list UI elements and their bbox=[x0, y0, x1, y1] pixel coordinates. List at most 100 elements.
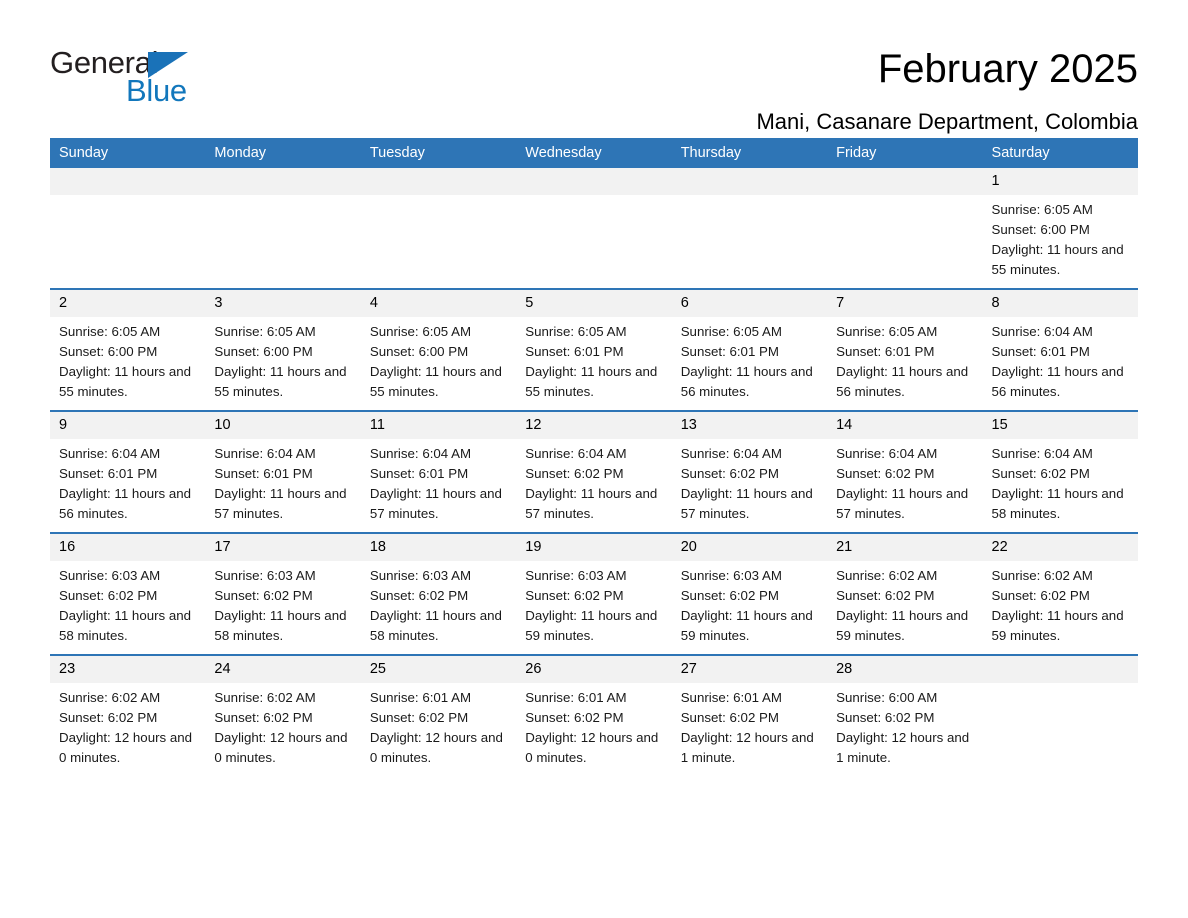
calendar-day-cell[interactable]: 14 Sunrise: 6:04 AM Sunset: 6:02 PM Dayligh… bbox=[827, 410, 983, 533]
daylight-text: Daylight: 11 hours and 59 minutes. bbox=[525, 608, 658, 643]
day-number: 10 bbox=[205, 412, 361, 439]
sunrise-text: Sunrise: 6:02 AM bbox=[836, 568, 938, 583]
sunset-text: Sunset: 6:02 PM bbox=[214, 588, 313, 603]
daylight-text: Daylight: 11 hours and 58 minutes. bbox=[214, 608, 347, 643]
sunrise-text: Sunrise: 6:04 AM bbox=[59, 446, 161, 461]
sunset-text: Sunset: 6:02 PM bbox=[836, 710, 935, 725]
calendar-day-cell-empty bbox=[671, 168, 828, 289]
calendar-day-cell[interactable]: 12 Sunrise: 6:04 AM Sunset: 6:02 PM Dayligh… bbox=[516, 410, 672, 533]
sunset-text: Sunset: 6:02 PM bbox=[991, 466, 1090, 481]
calendar-day-cell[interactable]: 24 Sunrise: 6:02 AM Sunset: 6:02 PM Dayligh… bbox=[205, 654, 361, 776]
calendar-day-cell[interactable]: 2 Sunrise: 6:05 AM Sunset: 6:00 PM Daylight… bbox=[50, 288, 206, 411]
calendar-day-cell[interactable]: 1 Sunrise: 6:05 AM Sunset: 6:00 PM Daylight… bbox=[982, 168, 1138, 289]
sunset-text: Sunset: 6:00 PM bbox=[991, 222, 1090, 237]
sunrise-text: Sunrise: 6:02 AM bbox=[214, 690, 316, 705]
calendar-day-cell[interactable]: 13 Sunrise: 6:04 AM Sunset: 6:02 PM Dayligh… bbox=[671, 410, 828, 533]
calendar-week-row: 16 Sunrise: 6:03 AM Sunset: 6:02 PM Dayligh… bbox=[50, 532, 1138, 655]
day-details: Sunrise: 6:04 AM Sunset: 6:01 PM Daylight:… bbox=[205, 439, 360, 524]
sunrise-text: Sunrise: 6:03 AM bbox=[369, 568, 472, 583]
daylight-text: Daylight: 11 hours and 57 minutes. bbox=[836, 486, 969, 521]
daylight-text: Daylight: 11 hours and 58 minutes. bbox=[59, 608, 192, 643]
day-number: 20 bbox=[671, 534, 828, 561]
daylight-text: Daylight: 11 hours and 59 minutes. bbox=[836, 608, 969, 643]
calendar-day-cell[interactable]: 19 Sunrise: 6:03 AM Sunset: 6:02 PM Dayligh… bbox=[516, 532, 672, 655]
day-details: Sunrise: 6:04 AM Sunset: 6:02 PM Daylight:… bbox=[516, 439, 671, 524]
sunset-text: Sunset: 6:01 PM bbox=[369, 466, 469, 481]
calendar-day-cell[interactable]: 6 Sunrise: 6:05 AM Sunset: 6:01 PM Daylight… bbox=[671, 288, 828, 411]
daylight-text: Daylight: 11 hours and 56 minutes. bbox=[680, 364, 813, 399]
calendar-day-cell[interactable]: 9 Sunrise: 6:04 AM Sunset: 6:01 PM Daylight… bbox=[50, 410, 206, 533]
calendar-day-cell[interactable]: 16 Sunrise: 6:03 AM Sunset: 6:02 PM Dayligh… bbox=[50, 532, 206, 655]
sunrise-text: Sunrise: 6:03 AM bbox=[525, 568, 627, 583]
daylight-text: Daylight: 11 hours and 57 minutes. bbox=[525, 486, 658, 521]
day-number: 27 bbox=[671, 656, 828, 683]
calendar-day-cell-empty bbox=[205, 168, 361, 289]
calendar-day-cell[interactable]: 3 Sunrise: 6:05 AM Sunset: 6:00 PM Daylight… bbox=[205, 288, 361, 411]
calendar-day-cell[interactable]: 15 Sunrise: 6:04 AM Sunset: 6:02 PM Dayligh… bbox=[982, 410, 1138, 533]
generalblue-logo[interactable]: General Blue bbox=[50, 46, 240, 112]
calendar-day-cell-empty bbox=[50, 168, 206, 289]
daylight-text: Daylight: 11 hours and 55 minutes. bbox=[214, 364, 347, 399]
day-number: 2 bbox=[50, 290, 206, 317]
sunset-text: Sunset: 6:01 PM bbox=[525, 344, 624, 359]
day-number: 9 bbox=[50, 412, 206, 439]
calendar-day-cell[interactable]: 5 Sunrise: 6:05 AM Sunset: 6:01 PM Daylight… bbox=[516, 288, 672, 411]
day-number: 16 bbox=[50, 534, 206, 561]
calendar-week-row: 23 Sunrise: 6:02 AM Sunset: 6:02 PM Dayligh… bbox=[50, 654, 1138, 776]
sunset-text: Sunset: 6:02 PM bbox=[525, 710, 624, 725]
calendar-week-row: 1 Sunrise: 6:05 AM Sunset: 6:00 PM Daylight… bbox=[50, 168, 1138, 289]
day-details: Sunrise: 6:00 AM Sunset: 6:02 PM Daylight:… bbox=[827, 683, 982, 768]
day-details: Sunrise: 6:05 AM Sunset: 6:00 PM Daylight:… bbox=[983, 195, 1138, 280]
daylight-text: Daylight: 11 hours and 59 minutes. bbox=[680, 608, 813, 643]
daylight-text: Daylight: 11 hours and 59 minutes. bbox=[991, 608, 1124, 643]
calendar-day-cell[interactable]: 7 Sunrise: 6:05 AM Sunset: 6:01 PM Daylight… bbox=[827, 288, 983, 411]
day-number: 17 bbox=[205, 534, 361, 561]
sunrise-text: Sunrise: 6:00 AM bbox=[836, 690, 938, 705]
calendar-header-row: Sunday Monday Tuesday Wednesday Thursday… bbox=[50, 138, 1138, 168]
calendar-day-cell[interactable]: 23 Sunrise: 6:02 AM Sunset: 6:02 PM Dayligh… bbox=[50, 654, 206, 776]
daylight-text: Daylight: 11 hours and 57 minutes. bbox=[214, 486, 347, 521]
calendar-day-cell-empty bbox=[982, 654, 1138, 776]
daylight-text: Daylight: 12 hours and 0 minutes. bbox=[525, 730, 659, 765]
weekday-header-wednesday: Wednesday bbox=[516, 138, 672, 168]
sunrise-text: Sunrise: 6:02 AM bbox=[59, 690, 161, 705]
day-details: Sunrise: 6:02 AM Sunset: 6:02 PM Daylight:… bbox=[205, 683, 360, 768]
calendar-day-cell[interactable]: 22 Sunrise: 6:02 AM Sunset: 6:02 PM Dayligh… bbox=[982, 532, 1138, 655]
calendar-day-cell[interactable]: 26 Sunrise: 6:01 AM Sunset: 6:02 PM Dayligh… bbox=[516, 654, 672, 776]
daylight-text: Daylight: 11 hours and 58 minutes. bbox=[369, 608, 502, 643]
daylight-text: Daylight: 12 hours and 0 minutes. bbox=[59, 730, 193, 765]
weekday-header-monday: Monday bbox=[205, 138, 361, 168]
calendar-day-cell[interactable]: 17 Sunrise: 6:03 AM Sunset: 6:02 PM Dayligh… bbox=[205, 532, 361, 655]
calendar-day-cell[interactable]: 28 Sunrise: 6:00 AM Sunset: 6:02 PM Dayligh… bbox=[827, 654, 983, 776]
sunrise-text: Sunrise: 6:04 AM bbox=[369, 446, 472, 461]
day-details: Sunrise: 6:02 AM Sunset: 6:02 PM Daylight:… bbox=[50, 683, 205, 768]
day-details: Sunrise: 6:04 AM Sunset: 6:02 PM Daylight:… bbox=[983, 439, 1138, 524]
calendar-day-cell[interactable]: 27 Sunrise: 6:01 AM Sunset: 6:02 PM Dayligh… bbox=[671, 654, 828, 776]
daylight-text: Daylight: 11 hours and 55 minutes. bbox=[525, 364, 658, 399]
calendar-day-cell[interactable]: 25 Sunrise: 6:01 AM Sunset: 6:02 PM Dayligh… bbox=[360, 654, 517, 776]
daylight-text: Daylight: 12 hours and 0 minutes. bbox=[214, 730, 348, 765]
day-number: 5 bbox=[516, 290, 672, 317]
sunset-text: Sunset: 6:02 PM bbox=[369, 588, 469, 603]
day-details: Sunrise: 6:03 AM Sunset: 6:02 PM Daylight:… bbox=[516, 561, 671, 646]
calendar-page: General Blue February 2025 Mani, Casanar… bbox=[0, 0, 1188, 918]
day-details: Sunrise: 6:04 AM Sunset: 6:01 PM Daylight:… bbox=[361, 439, 516, 524]
calendar-day-cell[interactable]: 11 Sunrise: 6:04 AM Sunset: 6:01 PM Dayligh… bbox=[360, 410, 517, 533]
calendar-day-cell[interactable]: 21 Sunrise: 6:02 AM Sunset: 6:02 PM Dayligh… bbox=[827, 532, 983, 655]
calendar-day-cell-empty bbox=[827, 168, 983, 289]
calendar-day-cell-empty bbox=[360, 168, 517, 289]
calendar-day-cell[interactable]: 4 Sunrise: 6:05 AM Sunset: 6:00 PM Daylight… bbox=[360, 288, 517, 411]
calendar-day-cell[interactable]: 8 Sunrise: 6:04 AM Sunset: 6:01 PM Daylight… bbox=[982, 288, 1138, 411]
calendar-day-cell[interactable]: 18 Sunrise: 6:03 AM Sunset: 6:02 PM Dayligh… bbox=[360, 532, 517, 655]
sunset-text: Sunset: 6:01 PM bbox=[59, 466, 158, 481]
calendar-day-cell[interactable]: 10 Sunrise: 6:04 AM Sunset: 6:01 PM Dayligh… bbox=[205, 410, 361, 533]
day-number bbox=[360, 168, 517, 195]
day-number bbox=[827, 168, 983, 195]
daylight-text: Daylight: 11 hours and 56 minutes. bbox=[991, 364, 1124, 399]
daylight-text: Daylight: 11 hours and 56 minutes. bbox=[59, 486, 192, 521]
calendar-day-cell[interactable]: 20 Sunrise: 6:03 AM Sunset: 6:02 PM Dayligh… bbox=[671, 532, 828, 655]
day-number: 23 bbox=[50, 656, 206, 683]
weekday-header-saturday: Saturday bbox=[982, 138, 1138, 168]
sunrise-text: Sunrise: 6:01 AM bbox=[525, 690, 627, 705]
sunrise-text: Sunrise: 6:04 AM bbox=[836, 446, 938, 461]
